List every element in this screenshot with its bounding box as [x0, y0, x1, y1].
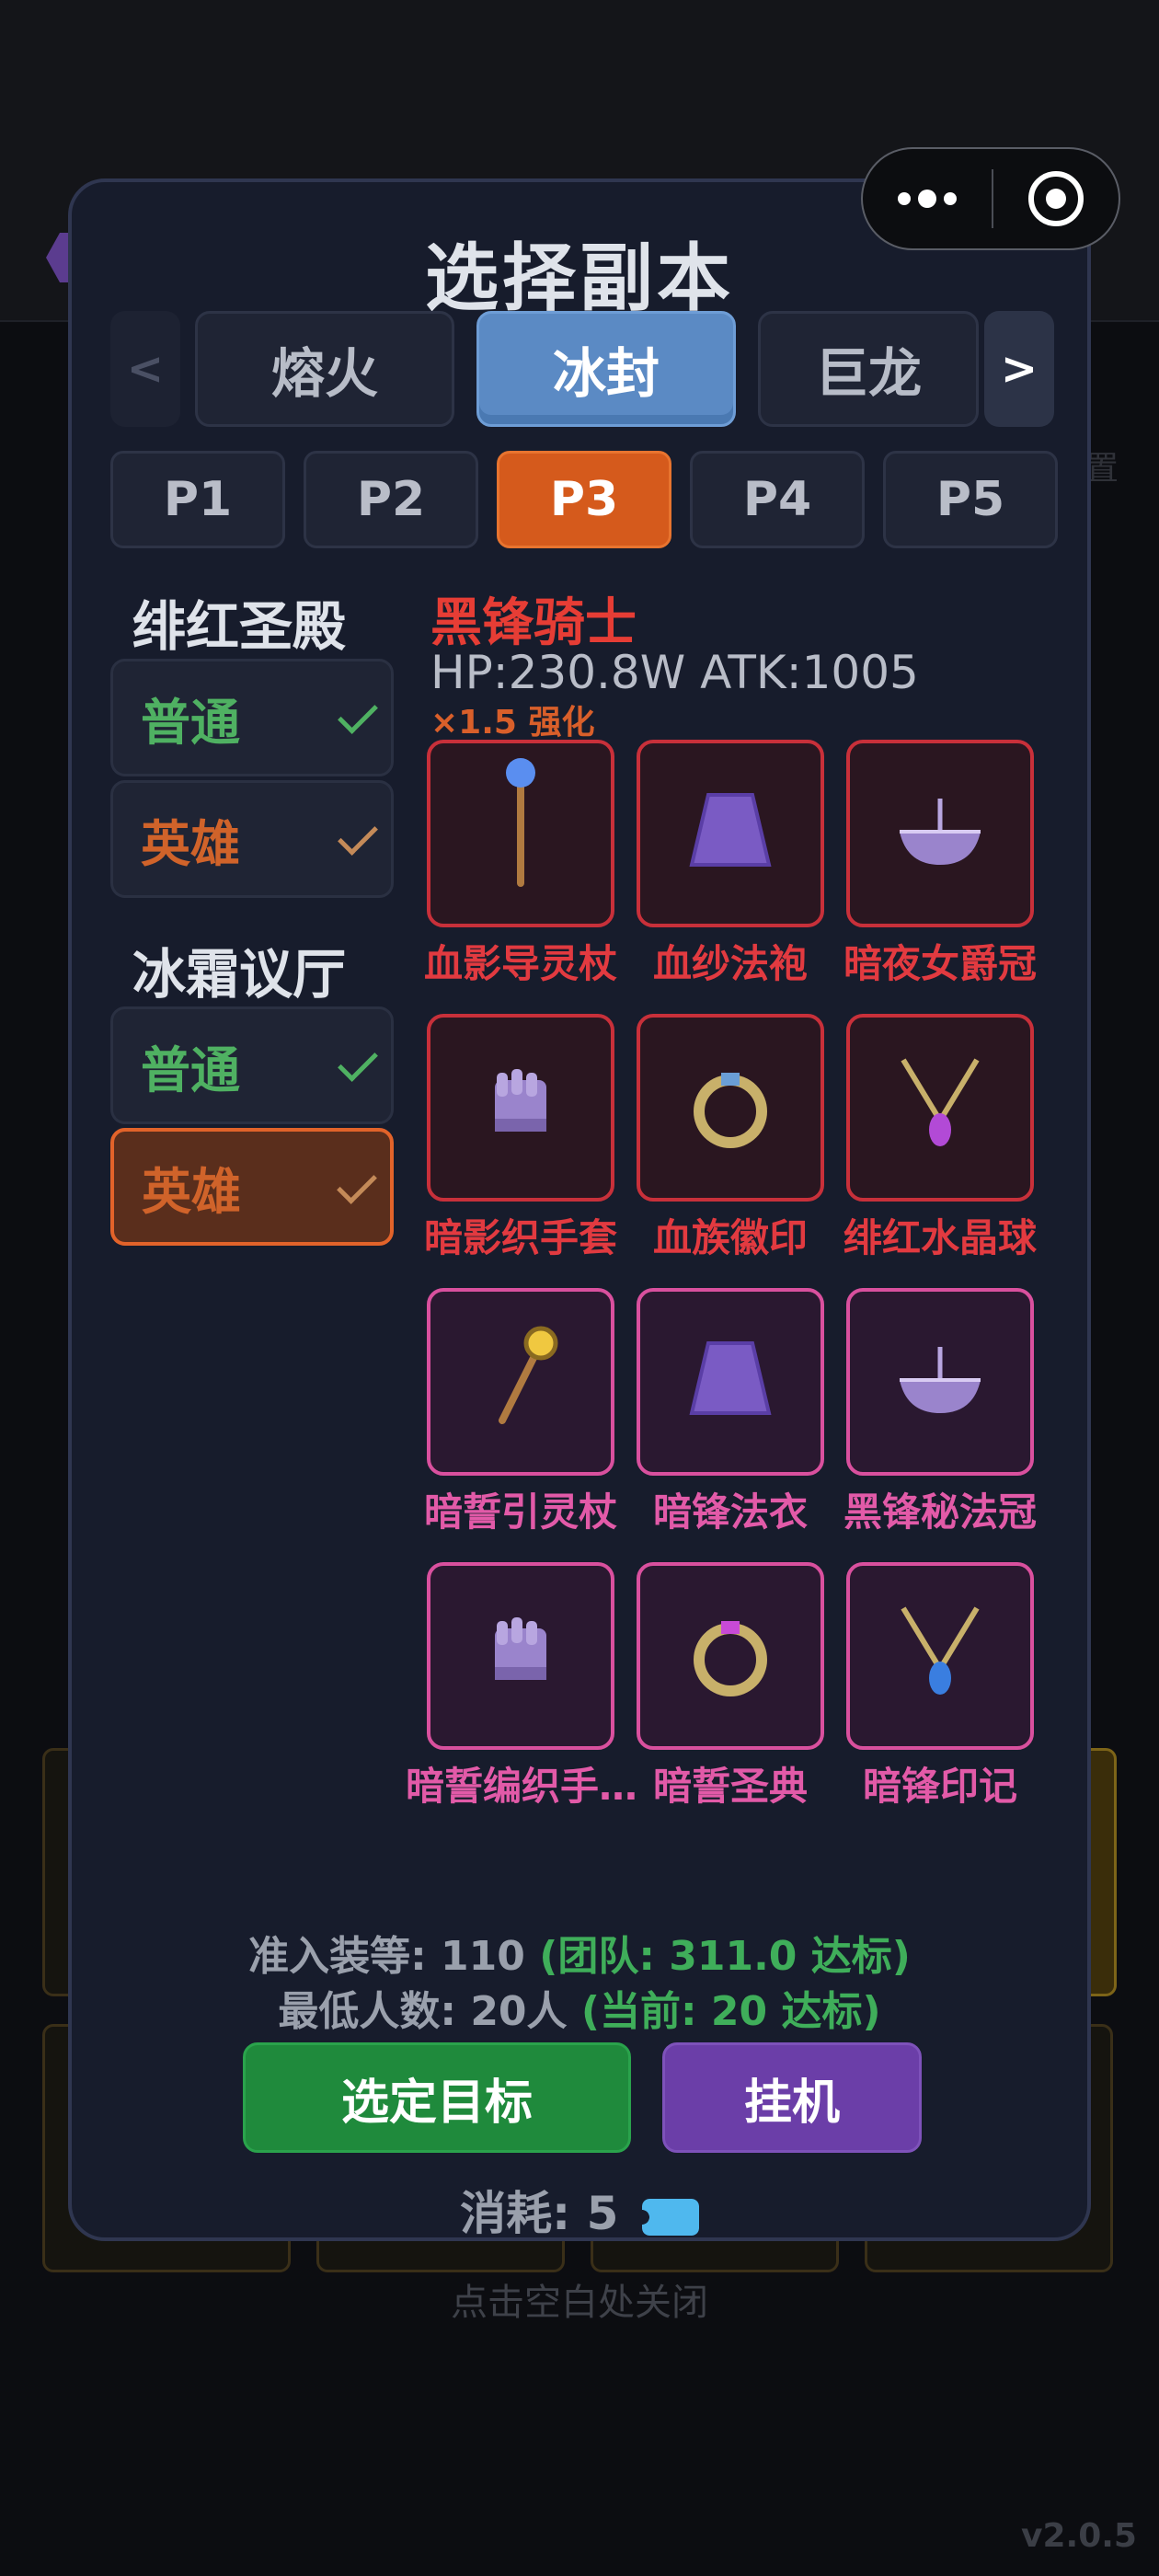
ring-icon — [694, 1621, 767, 1696]
item-name: 黑锋秘法冠 — [843, 1489, 1037, 1535]
auto-idle-button[interactable]: 挂机 — [662, 2042, 922, 2153]
loot-item-slot[interactable] — [427, 1562, 614, 1750]
necklace-icon — [901, 1058, 980, 1146]
boss-name: 黑锋骑士 — [430, 593, 637, 653]
cost-value: 5 — [586, 2187, 619, 2240]
necklace-icon — [901, 1606, 980, 1695]
tab-phase-4[interactable]: P4 — [690, 451, 865, 548]
hat-icon — [900, 1347, 981, 1413]
tab-phase-5[interactable]: P5 — [883, 451, 1058, 548]
gear-requirement-status: (团队: 311.0 达标) — [539, 1933, 911, 1980]
raid-prev-button[interactable]: < — [110, 311, 180, 427]
check-icon — [337, 1164, 377, 1204]
item-name: 暗锋法衣 — [652, 1489, 808, 1535]
loot-item-slot[interactable] — [846, 740, 1034, 927]
tab-phase-2[interactable]: P2 — [304, 451, 478, 548]
item-name: 暗誓编织手… — [406, 1764, 636, 1809]
difficulty-label: 普通 — [141, 693, 240, 752]
item-name: 绯红水晶球 — [843, 1215, 1037, 1260]
loot-item-slot[interactable] — [846, 1562, 1034, 1750]
gear-requirement-label: 准入装等: 110 — [248, 1933, 525, 1980]
item-name: 暗影织手套 — [423, 1215, 617, 1260]
item-name: 血纱法袍 — [652, 941, 808, 986]
loot-item-slot[interactable] — [427, 1014, 614, 1202]
difficulty-label: 英雄 — [141, 814, 240, 873]
tab-phase-3[interactable]: P3 — [497, 451, 671, 548]
difficulty-hero-option[interactable]: 英雄 — [110, 780, 394, 898]
staff-icon — [499, 1326, 558, 1424]
robe-icon — [689, 1341, 772, 1415]
cost-display: 消耗: 5 — [72, 2177, 1087, 2243]
group-title-frost: 冰霜议厅 — [132, 943, 347, 1006]
check-icon — [338, 815, 378, 856]
check-icon — [338, 1041, 378, 1082]
glove-icon — [495, 1069, 546, 1132]
difficulty-label: 英雄 — [142, 1162, 241, 1221]
people-requirement-label: 最低人数: 20人 — [278, 1988, 568, 2035]
hat-icon — [900, 799, 981, 865]
difficulty-normal-option[interactable]: 普通 — [110, 659, 394, 776]
loot-item-slot[interactable] — [637, 740, 824, 927]
difficulty-label: 普通 — [141, 1041, 240, 1099]
select-target-button[interactable]: 选定目标 — [243, 2042, 631, 2153]
people-requirement: 最低人数: 20人 (当前: 20 达标) — [72, 1978, 1087, 2037]
version-label: v2.0.5 — [1021, 2517, 1137, 2555]
item-name: 暗锋印记 — [862, 1764, 1017, 1809]
item-name: 血影导灵杖 — [423, 941, 617, 986]
people-requirement-status: (当前: 20 达标) — [580, 1988, 881, 2035]
gear-requirement: 准入装等: 110 (团队: 311.0 达标) — [72, 1923, 1087, 1982]
staff-icon — [506, 758, 535, 887]
group-title-crimson: 绯红圣殿 — [132, 595, 347, 658]
tab-raid-molten[interactable]: 熔火 — [195, 311, 454, 427]
loot-item-slot[interactable] — [637, 1014, 824, 1202]
ring-icon — [694, 1073, 767, 1148]
item-name: 暗誓引灵杖 — [423, 1489, 617, 1535]
tab-raid-frozen[interactable]: 冰封 — [476, 311, 736, 427]
loot-item-slot[interactable] — [846, 1288, 1034, 1476]
close-hint[interactable]: 点击空白处关闭 — [0, 2272, 1159, 2326]
difficulty-normal-option[interactable]: 普通 — [110, 1006, 394, 1124]
close-miniprogram-icon[interactable] — [993, 149, 1119, 248]
loot-item-slot[interactable] — [637, 1562, 824, 1750]
dungeon-select-modal: 选择副本 < 熔火 冰封 巨龙 > P1 P2 P3 P4 P5 绯红圣殿 普通… — [68, 178, 1091, 2241]
miniprogram-capsule — [861, 147, 1120, 250]
glove-icon — [495, 1617, 546, 1680]
item-name: 暗夜女爵冠 — [843, 941, 1037, 986]
item-name: 暗誓圣典 — [652, 1764, 808, 1809]
loot-item-slot[interactable] — [637, 1288, 824, 1476]
cost-label: 消耗: — [460, 2187, 571, 2240]
boss-stats: HP:230.8W ATK:1005 — [430, 646, 919, 699]
check-icon — [338, 694, 378, 734]
difficulty-hero-option-selected[interactable]: 英雄 — [110, 1128, 394, 1246]
more-menu-icon[interactable] — [863, 149, 992, 248]
boss-buff: ×1.5 强化 — [430, 704, 595, 742]
loot-item-slot[interactable] — [427, 1288, 614, 1476]
loot-item-slot[interactable] — [846, 1014, 1034, 1202]
robe-icon — [689, 793, 772, 867]
loot-item-slot[interactable] — [427, 740, 614, 927]
raid-next-button[interactable]: > — [984, 311, 1054, 427]
tab-raid-dragon[interactable]: 巨龙 — [758, 311, 979, 427]
item-name: 血族徽印 — [652, 1215, 808, 1260]
ticket-icon — [641, 2198, 699, 2236]
tab-phase-1[interactable]: P1 — [110, 451, 285, 548]
